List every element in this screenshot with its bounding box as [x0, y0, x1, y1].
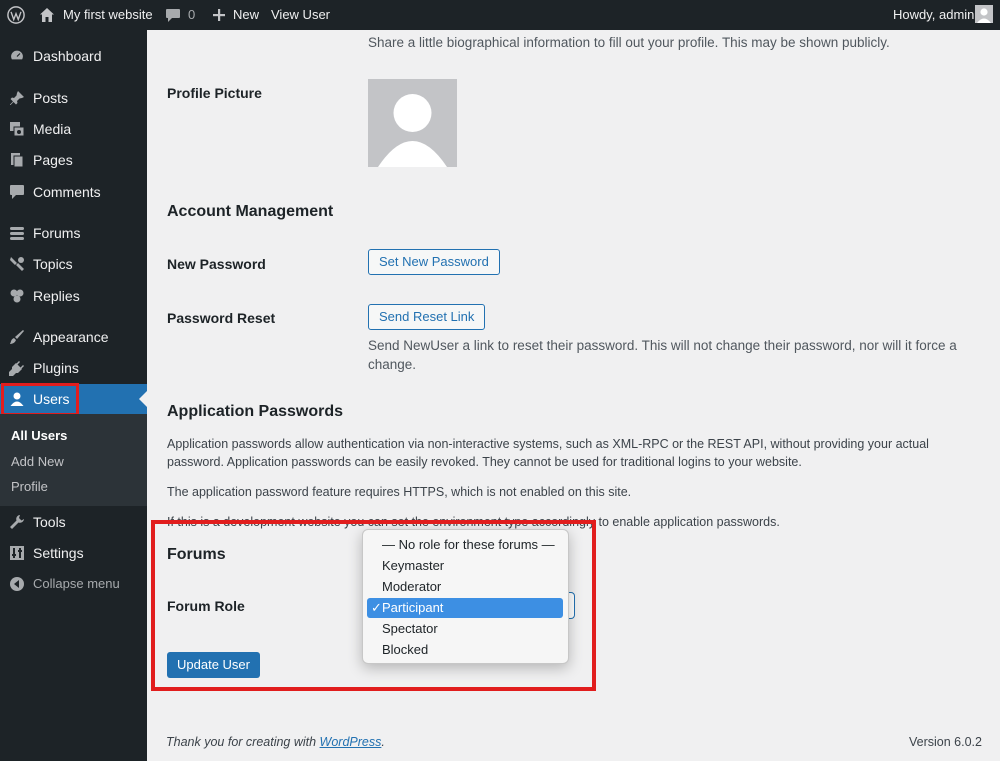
sidebar-label-comments: Comments: [33, 184, 101, 200]
active-menu-arrow: [139, 391, 147, 407]
sidebar-label-dashboard: Dashboard: [33, 48, 102, 64]
new-content-link[interactable]: New: [233, 0, 259, 30]
profile-picture[interactable]: [368, 79, 457, 167]
forums-highlight-box: [151, 520, 596, 691]
footer-thanks: Thank you for creating with WordPress.: [166, 735, 385, 749]
profile-picture-label: Profile Picture: [167, 85, 262, 101]
sidebar-item-media[interactable]: Media: [0, 114, 147, 144]
sidebar-label-collapse: Collapse menu: [33, 576, 120, 591]
sidebar-item-tools[interactable]: Tools: [0, 507, 147, 537]
sidebar-label-media: Media: [33, 121, 72, 137]
bio-description: Share a little biographical information …: [368, 35, 890, 50]
sidebar-item-replies[interactable]: Replies: [0, 281, 147, 311]
app-passwords-para2: The application password feature require…: [167, 485, 632, 499]
users-submenu: All Users Add New Profile: [0, 414, 147, 506]
reset-description-line2: change.: [368, 357, 417, 372]
admin-sidebar: Dashboard Posts Media Pages Comments For…: [0, 30, 147, 761]
app-passwords-para1-line1: Application passwords allow authenticati…: [167, 437, 929, 451]
sidebar-item-forums[interactable]: Forums: [0, 218, 147, 248]
comment-bubble-icon[interactable]: [165, 8, 181, 23]
topics-icon: [10, 257, 24, 271]
sidebar-label-pages: Pages: [33, 152, 73, 168]
forums-icon: [10, 227, 24, 240]
sidebar-label-tools: Tools: [33, 514, 66, 530]
wrench-icon: [10, 515, 24, 529]
collapse-icon: [10, 577, 24, 591]
sidebar-item-plugins[interactable]: Plugins: [0, 353, 147, 383]
view-user-link[interactable]: View User: [271, 0, 330, 30]
pages-icon: [11, 153, 24, 168]
account-management-heading: Account Management: [167, 203, 334, 220]
default-avatar-icon: [378, 94, 447, 167]
footer-thanks-suffix: .: [381, 735, 385, 749]
sidebar-label-settings: Settings: [33, 545, 84, 561]
wordpress-logo-icon[interactable]: [7, 6, 25, 24]
submenu-all-users[interactable]: All Users: [11, 428, 67, 443]
dashboard-icon: [9, 49, 25, 61]
comment-icon: [10, 185, 24, 199]
send-reset-link-button[interactable]: Send Reset Link: [368, 304, 486, 330]
version-label: Version 6.0.2: [909, 735, 982, 749]
sidebar-item-dashboard[interactable]: Dashboard: [0, 41, 147, 71]
home-icon[interactable]: [39, 7, 55, 23]
sidebar-item-appearance[interactable]: Appearance: [0, 322, 147, 352]
sidebar-item-comments[interactable]: Comments: [0, 177, 147, 207]
sidebar-label-forums: Forums: [33, 225, 81, 241]
app-passwords-para1-line2: password. Application passwords can be e…: [167, 455, 802, 469]
users-highlight-box: [1, 383, 79, 416]
plug-icon: [9, 361, 24, 376]
main-content: Share a little biographical information …: [147, 30, 1000, 761]
pin-icon: [10, 91, 24, 105]
sidebar-label-topics: Topics: [33, 256, 73, 272]
sidebar-label-replies: Replies: [33, 288, 80, 304]
sidebar-item-pages[interactable]: Pages: [0, 145, 147, 175]
avatar[interactable]: [975, 5, 993, 23]
settings-icon: [10, 546, 24, 560]
sidebar-item-settings[interactable]: Settings: [0, 538, 147, 568]
reset-description-line1: Send NewUser a link to reset their passw…: [368, 338, 957, 353]
admin-bar: My first website 0 New View User Howdy, …: [0, 0, 1000, 30]
sidebar-item-collapse[interactable]: Collapse menu: [0, 569, 147, 599]
submenu-profile[interactable]: Profile: [11, 479, 48, 494]
avatar-silhouette-icon: [977, 8, 991, 23]
sidebar-item-topics[interactable]: Topics: [0, 249, 147, 279]
howdy-greeting[interactable]: Howdy, admin: [893, 0, 974, 30]
sidebar-label-appearance: Appearance: [33, 329, 109, 345]
password-reset-label: Password Reset: [167, 310, 276, 326]
footer-thanks-prefix: Thank you for creating with: [166, 735, 320, 749]
application-passwords-heading: Application Passwords: [167, 403, 344, 420]
replies-icon: [10, 289, 24, 303]
set-new-password-button[interactable]: Set New Password: [368, 249, 500, 275]
wordpress-link[interactable]: WordPress: [320, 735, 382, 749]
sidebar-item-posts[interactable]: Posts: [0, 83, 147, 113]
site-name-link[interactable]: My first website: [63, 0, 153, 30]
comment-count[interactable]: 0: [188, 0, 195, 30]
media-icon: [10, 122, 25, 137]
brush-icon: [10, 330, 24, 344]
plus-icon[interactable]: [212, 8, 226, 22]
new-password-label: New Password: [167, 256, 266, 272]
submenu-add-new[interactable]: Add New: [11, 454, 64, 469]
sidebar-label-posts: Posts: [33, 90, 69, 106]
sidebar-label-plugins: Plugins: [33, 360, 79, 376]
